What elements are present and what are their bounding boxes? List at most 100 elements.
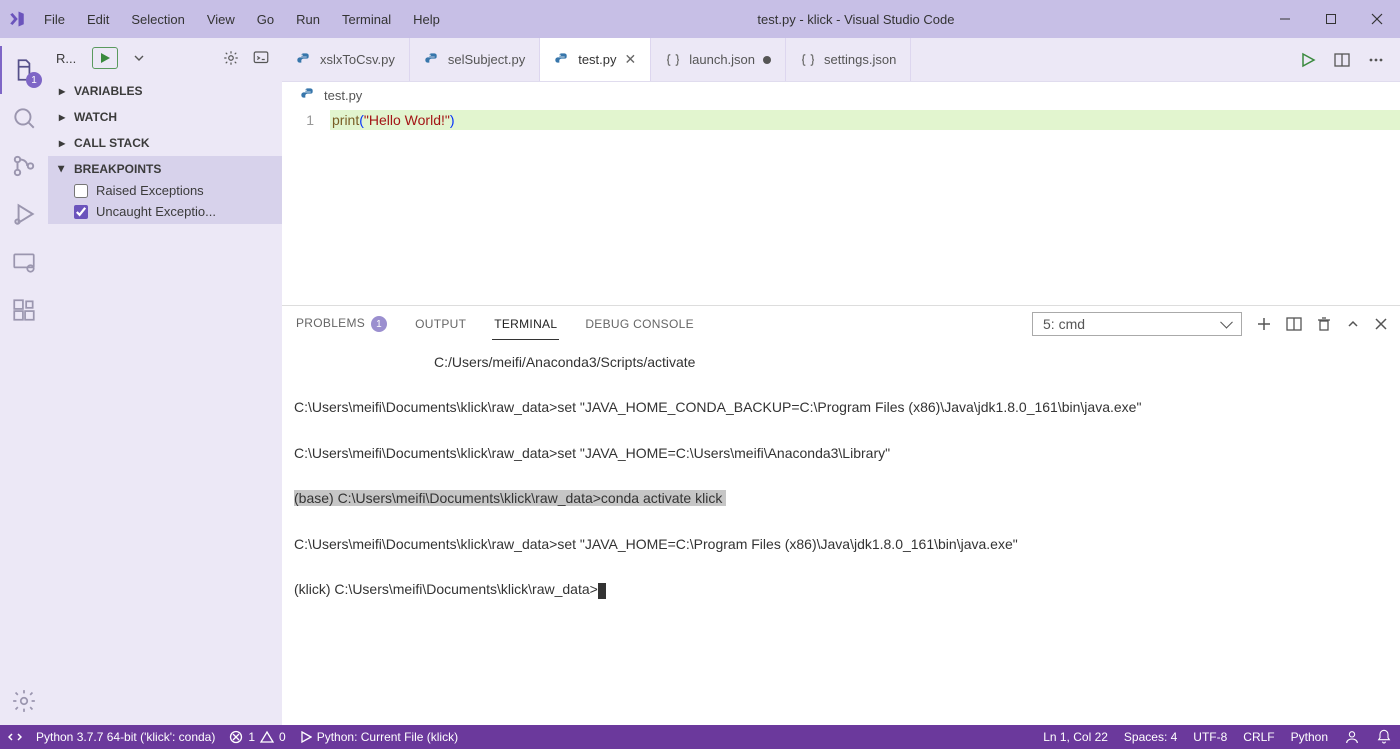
debug-sidebar: R... ▸ VARIABLES ▸WATCH ▸ CALL STACK ▸ BREA…: [48, 38, 282, 725]
breadcrumb-item: test.py: [324, 88, 362, 103]
status-eol[interactable]: CRLF: [1243, 730, 1274, 744]
menu-edit[interactable]: Edit: [77, 6, 119, 33]
section-breakpoints[interactable]: ▸ BREAKPOINTS: [48, 158, 282, 180]
tab-label: test.py: [578, 52, 616, 67]
panel-tab-debug-console[interactable]: DEBUG CONSOLE: [583, 309, 696, 339]
run-file-button[interactable]: [1300, 52, 1316, 68]
close-icon[interactable]: ✕: [625, 51, 637, 68]
debug-console-icon[interactable]: [248, 45, 274, 71]
status-encoding[interactable]: UTF-8: [1193, 730, 1227, 744]
menu-selection[interactable]: Selection: [121, 6, 194, 33]
breadcrumb[interactable]: test.py: [282, 82, 1400, 108]
section-callstack[interactable]: ▸ CALL STACK: [48, 132, 282, 154]
panel-tab-output[interactable]: OUTPUT: [413, 309, 468, 339]
warning-count: 0: [279, 730, 286, 744]
panel-tab-problems[interactable]: PROBLEMS1: [294, 308, 389, 341]
menu-view[interactable]: View: [197, 6, 245, 33]
checkbox[interactable]: [74, 184, 88, 198]
terminal-line: C:/Users/meifi/Anaconda3/Scripts/activat…: [294, 354, 695, 370]
section-variables[interactable]: ▸ VARIABLES: [48, 80, 282, 102]
close-panel-button[interactable]: [1374, 317, 1388, 331]
maximize-button[interactable]: [1308, 0, 1354, 38]
split-terminal-button[interactable]: [1286, 316, 1302, 332]
section-label: VARIABLES: [74, 84, 142, 98]
menu-bar: File Edit Selection View Go Run Terminal…: [34, 6, 450, 33]
debug-config-dropdown[interactable]: [126, 45, 152, 71]
token-paren: ): [450, 112, 455, 128]
debug-config-label[interactable]: R...: [56, 51, 84, 66]
vscode-logo-icon: [0, 10, 34, 28]
maximize-panel-button[interactable]: [1346, 317, 1360, 331]
menu-help[interactable]: Help: [403, 6, 450, 33]
tab-launch[interactable]: launch.json: [651, 38, 786, 81]
editor-tabs: xslxToCsv.py selSubject.py test.py ✕ lau…: [282, 38, 1400, 82]
status-position[interactable]: Ln 1, Col 22: [1043, 730, 1108, 744]
bp-raised-exceptions[interactable]: Raised Exceptions: [74, 180, 282, 201]
menu-go[interactable]: Go: [247, 6, 284, 33]
debug-settings-icon[interactable]: [218, 45, 244, 71]
menu-terminal[interactable]: Terminal: [332, 6, 401, 33]
tab-settings-json[interactable]: settings.json: [786, 38, 911, 81]
cursor: [598, 583, 606, 599]
terminal-line: C:\Users\meifi\Documents\klick\raw_data>…: [294, 399, 1141, 415]
activity-explorer[interactable]: 1: [0, 46, 48, 94]
activity-source-control[interactable]: [0, 142, 48, 190]
start-debug-button[interactable]: [92, 47, 118, 69]
problems-count: 1: [371, 316, 387, 332]
checkbox-label: Raised Exceptions: [96, 183, 204, 198]
terminal-line: C:\Users\meifi\Documents\klick\raw_data>…: [294, 536, 1018, 552]
chevron-right-icon: ▸: [56, 137, 68, 149]
activity-settings[interactable]: [0, 677, 48, 725]
status-remote[interactable]: [8, 730, 22, 744]
split-editor-button[interactable]: [1334, 52, 1350, 68]
bp-uncaught-exceptions[interactable]: Uncaught Exceptio...: [74, 201, 282, 222]
editor-area: xslxToCsv.py selSubject.py test.py ✕ lau…: [282, 38, 1400, 725]
checkbox[interactable]: [74, 205, 88, 219]
terminal-selector[interactable]: 5: cmd: [1032, 312, 1242, 336]
status-problems[interactable]: 1 0: [229, 730, 285, 744]
section-label: BREAKPOINTS: [74, 162, 161, 176]
section-watch[interactable]: ▸WATCH: [48, 106, 282, 128]
python-icon: [300, 87, 316, 103]
code-editor[interactable]: 1 print("Hello World!"): [282, 108, 1400, 130]
terminal-line: (klick) C:\Users\meifi\Documents\klick\r…: [294, 581, 598, 597]
terminal-content[interactable]: C:/Users/meifi/Anaconda3/Scripts/activat…: [282, 342, 1400, 725]
tab-label: selSubject.py: [448, 52, 525, 67]
menu-run[interactable]: Run: [286, 6, 330, 33]
close-button[interactable]: [1354, 0, 1400, 38]
tab-selsubject[interactable]: selSubject.py: [410, 38, 540, 81]
status-language[interactable]: Python: [1291, 730, 1328, 744]
line-number: 1: [282, 108, 330, 130]
json-icon: [800, 52, 816, 68]
more-actions-button[interactable]: [1368, 52, 1384, 68]
panel-tab-terminal[interactable]: TERMINAL: [492, 309, 559, 339]
chevron-right-icon: ▸: [56, 85, 68, 97]
tab-test[interactable]: test.py ✕: [540, 38, 651, 81]
activity-extensions[interactable]: [0, 286, 48, 334]
activity-run-debug[interactable]: [0, 190, 48, 238]
section-label: CALL STACK: [74, 136, 150, 150]
error-count: 1: [248, 730, 255, 744]
tab-label: launch.json: [689, 52, 755, 67]
status-bell-icon[interactable]: [1376, 729, 1392, 745]
status-debug-launch[interactable]: Python: Current File (klick): [300, 730, 458, 744]
menu-file[interactable]: File: [34, 6, 75, 33]
python-icon: [424, 52, 440, 68]
checkbox-label: Uncaught Exceptio...: [96, 204, 216, 219]
minimize-button[interactable]: [1262, 0, 1308, 38]
activity-remote[interactable]: [0, 238, 48, 286]
tab-xslxtocsv[interactable]: xslxToCsv.py: [282, 38, 410, 81]
json-icon: [665, 52, 681, 68]
activity-bar: 1: [0, 38, 48, 725]
status-interpreter[interactable]: Python 3.7.7 64-bit ('klick': conda): [36, 730, 215, 744]
status-feedback-icon[interactable]: [1344, 729, 1360, 745]
bottom-panel: PROBLEMS1 OUTPUT TERMINAL DEBUG CONSOLE …: [282, 305, 1400, 725]
activity-search[interactable]: [0, 94, 48, 142]
token-string: "Hello World!": [364, 112, 450, 128]
kill-terminal-button[interactable]: [1316, 316, 1332, 332]
status-spaces[interactable]: Spaces: 4: [1124, 730, 1177, 744]
chevron-down-icon: ▸: [56, 163, 68, 175]
section-label: WATCH: [74, 110, 117, 124]
python-icon: [554, 52, 570, 68]
new-terminal-button[interactable]: [1256, 316, 1272, 332]
